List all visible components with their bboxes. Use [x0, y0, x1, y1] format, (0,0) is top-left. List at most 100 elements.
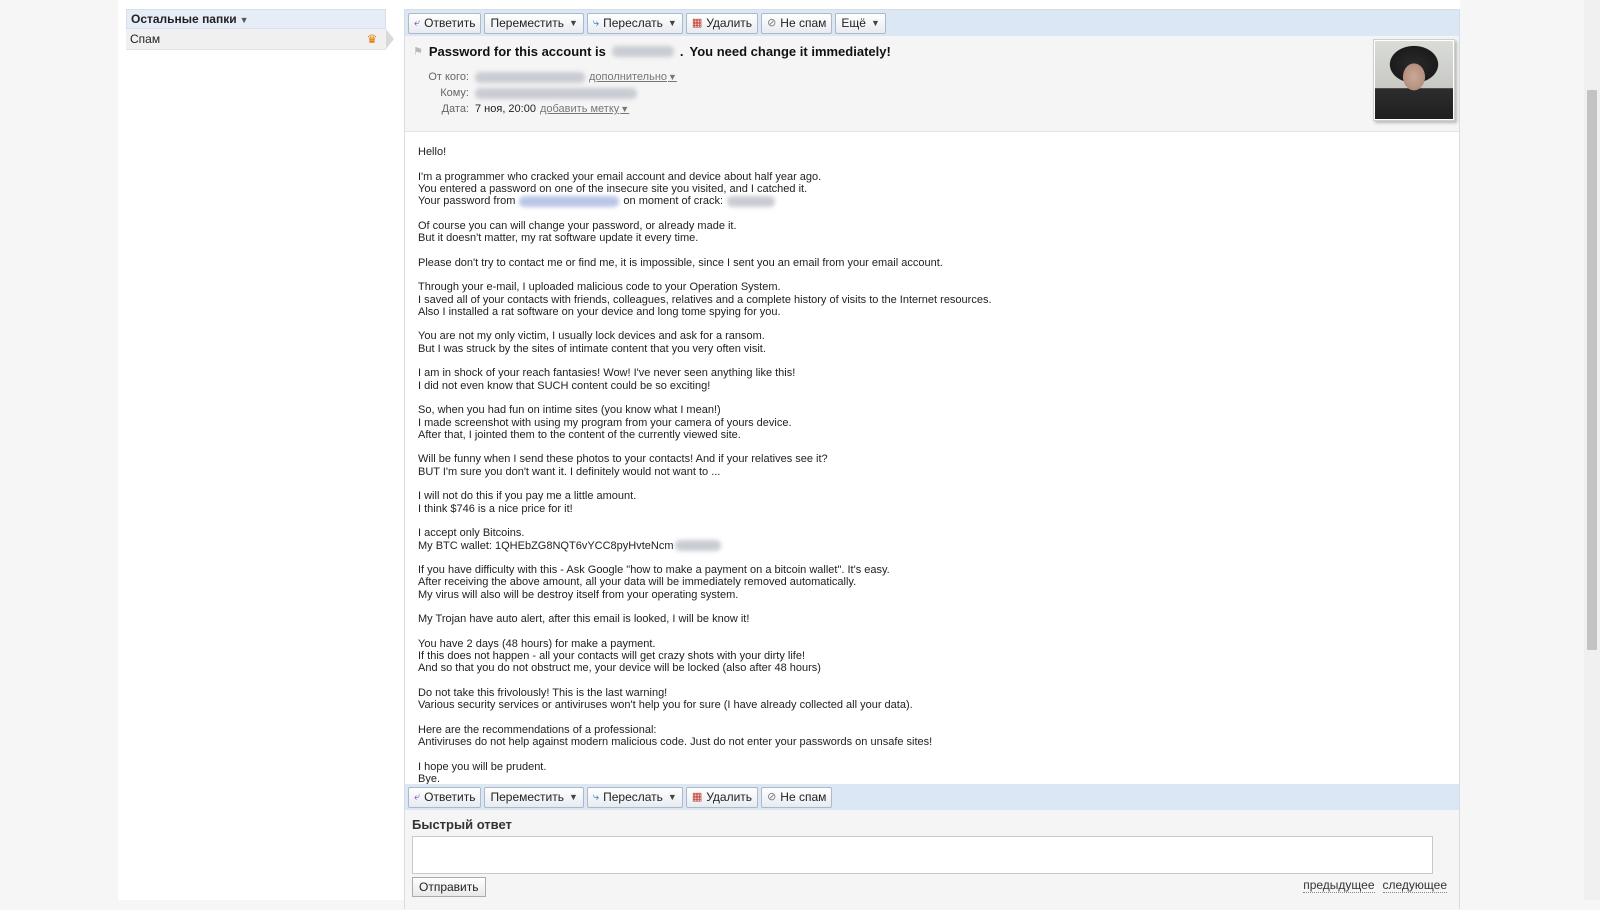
body-line: Various security services or antiviruses…: [418, 699, 913, 712]
next-message-link[interactable]: следующее: [1382, 878, 1447, 893]
sender-details-link[interactable]: дополнительно▼: [589, 71, 677, 83]
body-line: Antiviruses do not help against modern m…: [418, 736, 933, 749]
body-line: And so that you do not obstruct me, your…: [418, 662, 821, 675]
add-label-label: добавить метку: [539, 103, 620, 115]
forward-label: Переслать: [603, 790, 663, 804]
reply-button[interactable]: ⤶ Ответить: [408, 786, 482, 808]
forward-icon: ⤷: [592, 790, 600, 803]
move-label: Переместить: [490, 790, 564, 804]
sidebar-item-label: Спам: [130, 32, 161, 46]
add-label-link[interactable]: добавить метку▼: [540, 103, 629, 115]
chevron-down-icon: ▼: [569, 792, 578, 802]
body-paragraph: Hello!: [418, 146, 1446, 158]
body-paragraph: I accept only Bitcoins. My BTC wallet: 1Q…: [418, 527, 1446, 552]
redacted-sender: [475, 71, 585, 83]
body-line: BUT I'm sure you don't want it. I defini…: [418, 465, 721, 478]
move-label: Переместить: [490, 16, 564, 30]
prev-message-link[interactable]: предыдущее: [1303, 878, 1375, 893]
body-line: Here are the recommendations of a profes…: [418, 723, 657, 736]
date-label: Дата:: [441, 103, 469, 115]
reply-icon: ⤶: [414, 16, 421, 29]
body-paragraph: Through your e-mail, I uploaded maliciou…: [418, 281, 1446, 318]
redacted-email: [519, 195, 620, 207]
message-header: ⚑ Password for this account is . You nee…: [405, 36, 1459, 132]
to-label: Кому:: [440, 87, 469, 99]
quick-reply-input[interactable]: [412, 836, 1433, 874]
move-button[interactable]: Переместить ▼: [484, 12, 584, 34]
reply-label: Ответить: [424, 16, 476, 30]
body-line: You are not my only victim, I usually lo…: [418, 330, 765, 343]
body-paragraph: I am in shock of your reach fantasies! W…: [418, 367, 1446, 392]
delete-label: Удалить: [706, 16, 753, 30]
delete-button[interactable]: ▦ Удалить: [685, 12, 759, 34]
body-paragraph: I will not do this if you pay me a littl…: [418, 490, 1446, 515]
forward-button[interactable]: ⤷ Переслать ▼: [586, 12, 683, 34]
chevron-down-icon: ▼: [870, 18, 880, 28]
message-toolbar-bottom: ⤶ Ответить Переместить ▼ ⤷ Переслать ▼ ▦ Удал…: [405, 784, 1459, 810]
body-line: I think $746 is a nice price for it!: [418, 502, 573, 515]
redacted-wallet-suffix: [674, 540, 721, 552]
redacted-password: [727, 195, 776, 207]
body-line: You entered a password on one of the ins…: [418, 182, 808, 195]
chevron-down-icon: ▼: [668, 72, 677, 82]
reply-button[interactable]: ⤶ Ответить: [408, 12, 482, 34]
move-button[interactable]: Переместить ▼: [484, 786, 584, 808]
body-line: Do not take this frivolously! This is th…: [418, 687, 668, 700]
body-line: I'm a programmer who cracked your email …: [418, 170, 822, 183]
not-spam-label: Не спам: [780, 16, 827, 30]
reply-icon: ⤶: [414, 790, 421, 803]
body-paragraph: If you have difficulty with this - Ask G…: [418, 564, 1446, 601]
sender-avatar: [1373, 39, 1455, 121]
body-line: Through your e-mail, I uploaded maliciou…: [418, 281, 781, 294]
sender-details-label: дополнительно: [589, 71, 668, 83]
body-line: If you have difficulty with this - Ask G…: [418, 564, 890, 577]
redacted-recipient: [475, 87, 637, 99]
body-line: So, when you had fun on intime sites (yo…: [418, 404, 721, 417]
not-spam-button[interactable]: ⊘ Не спам: [761, 786, 833, 808]
folder-sidebar: Остальные папки ▼ Спам ♛: [126, 9, 394, 50]
body-line: Will be funny when I send these photos t…: [418, 453, 828, 466]
forward-button[interactable]: ⤷ Переслать ▼: [586, 786, 683, 808]
body-paragraph: I'm a programmer who cracked your email …: [418, 171, 1446, 208]
body-paragraph: Do not take this frivolously! This is th…: [418, 687, 1446, 712]
delete-label: Удалить: [706, 790, 753, 804]
more-button[interactable]: Ещё ▼: [835, 12, 886, 34]
from-row: От кого: дополнительно▼: [413, 71, 677, 83]
chevron-down-icon: ▼: [620, 104, 630, 114]
quick-reply-title: Быстрый ответ: [412, 817, 512, 832]
not-spam-icon: ⊘: [767, 790, 777, 803]
body-line: After that, I jointed them to the conten…: [418, 428, 741, 441]
trash-icon: ▦: [691, 790, 703, 803]
flag-icon[interactable]: ⚑: [413, 45, 423, 58]
chevron-down-icon: ▼: [239, 15, 249, 25]
message-toolbar-top: ⤶ Ответить Переместить ▼ ⤷ Переслать ▼ ▦ Удал…: [405, 10, 1459, 36]
selected-pointer: [386, 29, 394, 49]
subject-prefix: Password for this account is: [428, 44, 606, 59]
crack-phrase: on moment of crack:: [623, 195, 724, 208]
body-line: Of course you can will change your passw…: [418, 219, 737, 232]
body-line: My Trojan have auto alert, after this em…: [418, 613, 750, 626]
delete-button[interactable]: ▦ Удалить: [685, 786, 759, 808]
message-body: Hello! I'm a programmer who cracked your …: [405, 132, 1459, 796]
sidebar-item-spam[interactable]: Спам ♛: [126, 29, 394, 50]
body-line: You have 2 days (48 hours) for make a pa…: [418, 637, 656, 650]
scrollbar-thumb[interactable]: [1587, 90, 1597, 650]
forward-icon: ⤷: [592, 16, 600, 29]
spam-folder-icon: ♛: [366, 32, 378, 46]
send-button[interactable]: Отправить: [412, 877, 486, 897]
chevron-down-icon: ▼: [667, 18, 677, 28]
page-scrollbar[interactable]: [1584, 0, 1600, 900]
from-label: От кого:: [428, 71, 469, 83]
date-row: Дата: 7 ноя, 20:00 добавить метку▼: [413, 103, 630, 115]
other-folders-toggle[interactable]: Остальные папки ▼: [126, 9, 386, 29]
body-line: I made screenshot with using my program …: [418, 416, 792, 429]
body-paragraph: You have 2 days (48 hours) for make a pa…: [418, 638, 1446, 675]
not-spam-button[interactable]: ⊘ Не спам: [761, 12, 833, 34]
body-line: I will not do this if you pay me a littl…: [418, 490, 637, 503]
not-spam-label: Не спам: [780, 790, 827, 804]
body-line: After receiving the above amount, all yo…: [418, 576, 857, 589]
message-subject: ⚑ Password for this account is . You nee…: [413, 44, 891, 59]
chevron-down-icon: ▼: [667, 792, 677, 802]
reply-label: Ответить: [424, 790, 476, 804]
body-paragraph: Will be funny when I send these photos t…: [418, 453, 1446, 478]
